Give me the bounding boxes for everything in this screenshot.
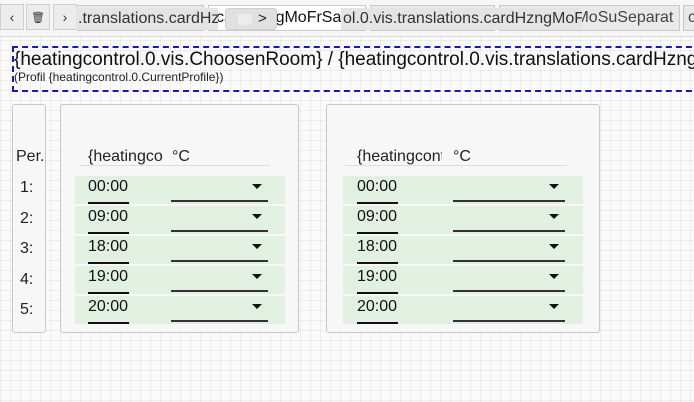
period-label-2: 2: bbox=[20, 210, 34, 227]
room-header-widget: {heatingcontrol.0.vis.ChoosenRoom} / {he… bbox=[12, 46, 694, 92]
toggle-box-icon bbox=[238, 14, 252, 25]
day-1-time-input-1[interactable]: 00:00 bbox=[88, 176, 129, 204]
room-title: {heatingcontrol.0.vis.ChoosenRoom} / {he… bbox=[14, 49, 694, 70]
day-2-time-input-5[interactable]: 20:00 bbox=[357, 296, 398, 324]
day-1-unit-column-header: °C bbox=[172, 148, 190, 165]
dropdown-arrow-icon bbox=[252, 214, 262, 219]
delete-view-button[interactable]: 🗑 bbox=[26, 4, 50, 30]
day-1-temp-select-4[interactable] bbox=[171, 264, 268, 292]
day-2-unit-column-header: °C bbox=[453, 148, 471, 165]
day-1-time-input-4[interactable]: 19:00 bbox=[88, 266, 129, 294]
dropdown-arrow-icon bbox=[549, 304, 559, 309]
previous-tabs-button[interactable]: ‹ bbox=[0, 4, 24, 30]
dropdown-arrow-icon bbox=[549, 244, 559, 249]
day-1-temp-select-3[interactable] bbox=[171, 234, 268, 262]
period-label-5: 5: bbox=[20, 301, 34, 318]
dropdown-arrow-icon bbox=[252, 304, 262, 309]
dropdown-arrow-icon bbox=[549, 184, 559, 189]
day-2-time-input-3[interactable]: 18:00 bbox=[357, 236, 398, 264]
day-2-time-input-1[interactable]: 00:00 bbox=[357, 176, 398, 204]
dropdown-arrow-icon bbox=[252, 274, 262, 279]
day-2-header-divider bbox=[345, 165, 567, 166]
tab-partial[interactable]: c bbox=[683, 5, 694, 31]
day-1-temp-select-2[interactable] bbox=[171, 204, 268, 232]
period-header: Per. bbox=[16, 148, 45, 165]
day-2-temp-select-4[interactable] bbox=[453, 264, 565, 292]
next-tabs-button[interactable]: › bbox=[53, 4, 77, 30]
period-label-3: 3: bbox=[20, 240, 34, 257]
day-2-temp-select-3[interactable] bbox=[453, 234, 565, 262]
day-2-time-input-4[interactable]: 19:00 bbox=[357, 266, 398, 294]
dropdown-arrow-icon bbox=[549, 214, 559, 219]
day-panel-2-title: ol.0.vis.translations.cardHzngMoF bbox=[341, 8, 582, 30]
day-1-temp-select-1[interactable] bbox=[171, 174, 268, 202]
chevron-right-icon: › bbox=[62, 9, 68, 25]
day-1-temp-select-5[interactable] bbox=[171, 294, 268, 322]
day-2-temp-select-2[interactable] bbox=[453, 204, 565, 232]
trash-icon: 🗑 bbox=[31, 11, 45, 24]
dropdown-arrow-icon bbox=[549, 274, 559, 279]
dropdown-arrow-icon bbox=[252, 244, 262, 249]
chevron-left-icon: ‹ bbox=[9, 9, 15, 25]
day-1-time-input-3[interactable]: 18:00 bbox=[88, 236, 129, 264]
period-label-4: 4: bbox=[20, 271, 34, 288]
profile-subtitle: (Profil {heatingcontrol.0.CurrentProfile… bbox=[14, 70, 224, 84]
day-1-time-input-5[interactable]: 20:00 bbox=[88, 296, 129, 324]
next-day-label: > bbox=[258, 10, 267, 27]
day-2-temp-column-header: {heatingcont bbox=[357, 148, 442, 165]
day-1-temp-column-header: {heatingco bbox=[88, 148, 163, 165]
day-1-header-divider bbox=[80, 165, 270, 166]
day-1-time-input-2[interactable]: 09:00 bbox=[88, 206, 129, 234]
dropdown-arrow-icon bbox=[252, 184, 262, 189]
period-label-1: 1: bbox=[20, 179, 34, 196]
day-panel-1-title: .translations.cardHz bbox=[76, 8, 218, 30]
day-2-temp-select-5[interactable] bbox=[453, 294, 565, 322]
day-2-time-input-2[interactable]: 09:00 bbox=[357, 206, 398, 234]
day-2-temp-select-1[interactable] bbox=[453, 174, 565, 202]
next-day-button[interactable]: > bbox=[225, 8, 277, 30]
